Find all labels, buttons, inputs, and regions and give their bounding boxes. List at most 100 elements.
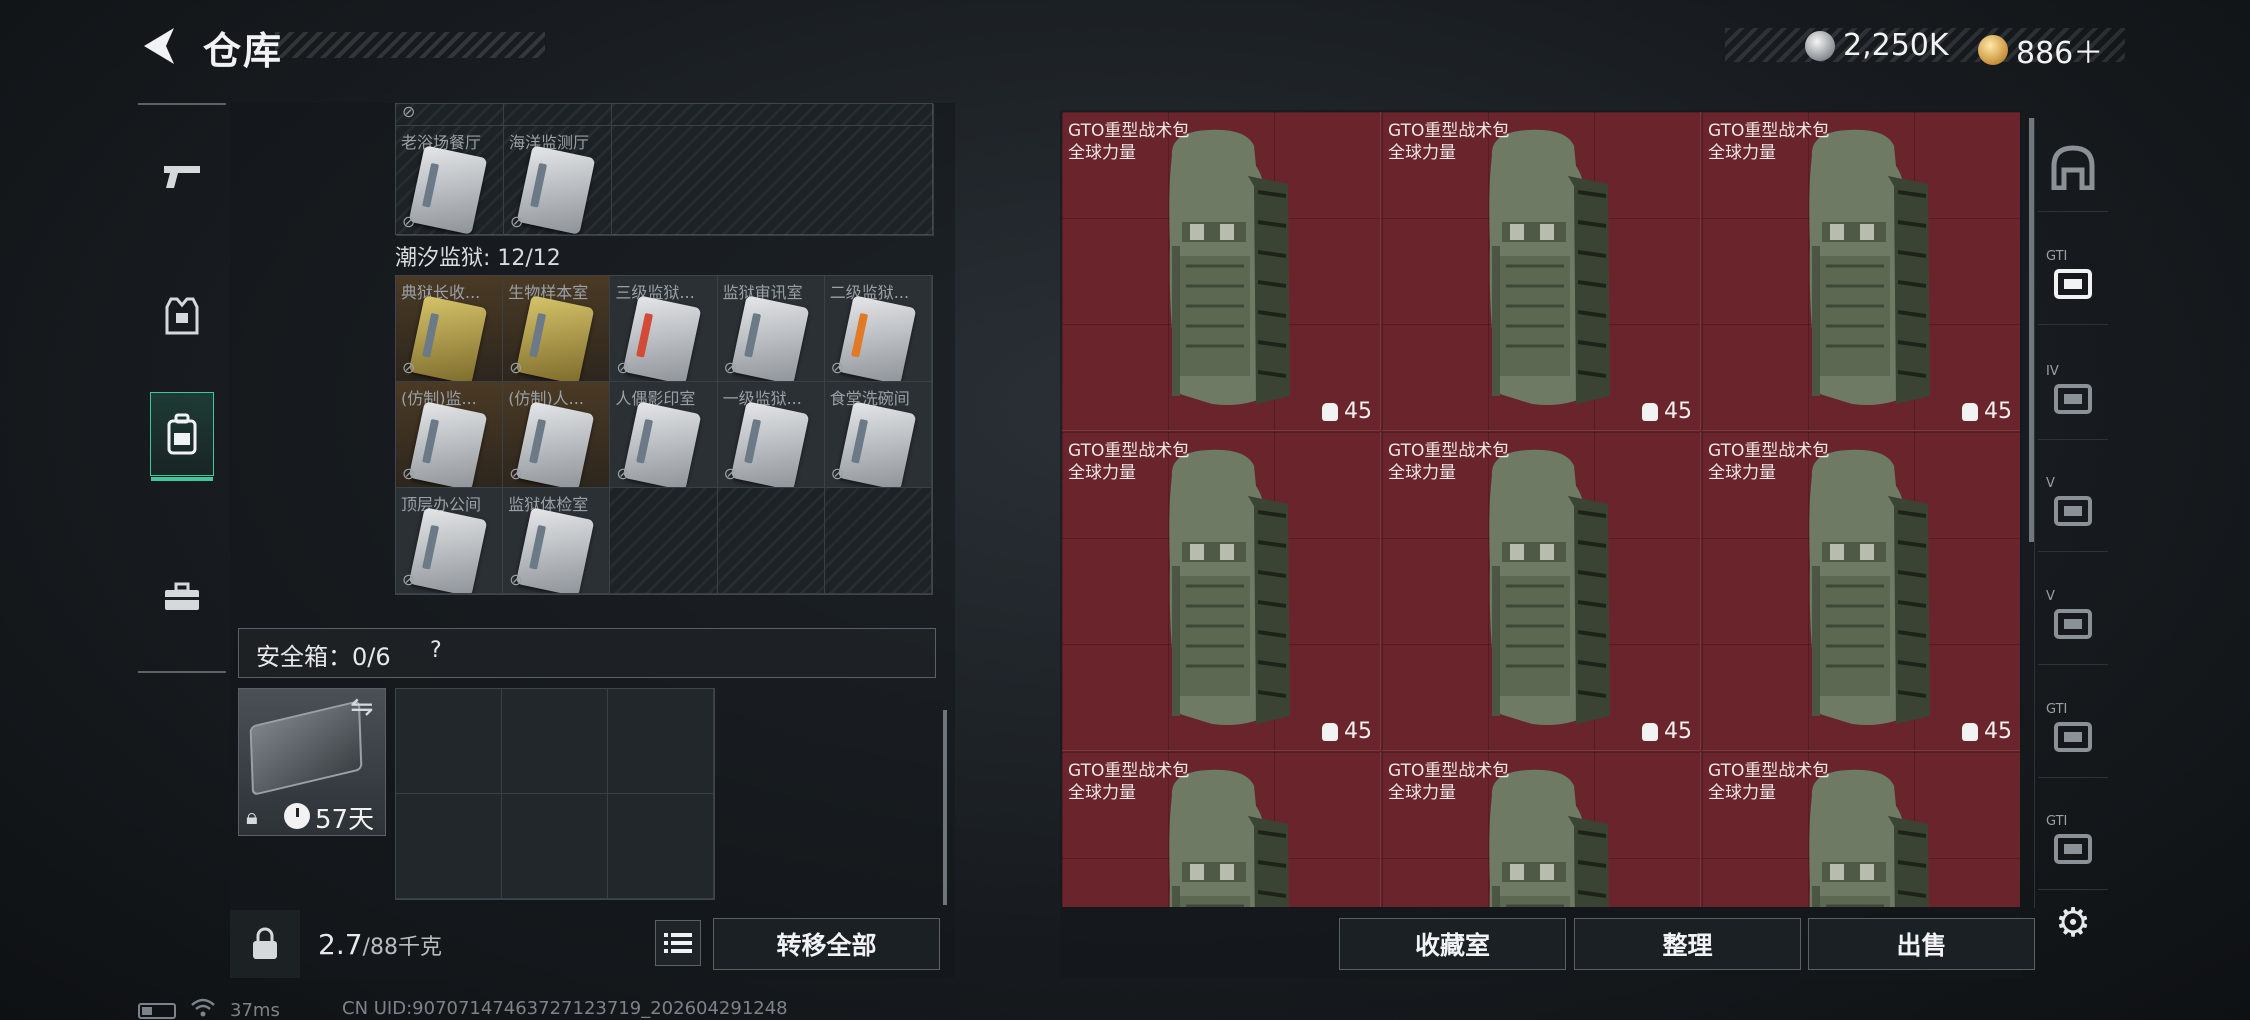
stash-arch-icon [2051,144,2095,190]
silver-coin-icon [1805,30,1835,61]
gear-icon[interactable]: ⚙ [2050,900,2096,946]
rail-tab-gti-gun[interactable]: GTI [2038,800,2108,890]
page-title: 仓库 [203,29,284,73]
nav-weapons[interactable] [150,135,214,219]
organize-button[interactable]: 整理 [1574,918,1801,970]
stash-item-backpack[interactable]: GTO重型战术包 全球力量 45 [1702,432,2020,751]
nav-backpack[interactable] [150,392,214,481]
rail-tab-label: GTI [2046,814,2068,829]
stash-item-backpack[interactable]: GTO重型战术包 全球力量 45 [1702,752,2020,907]
keycard-slot[interactable]: 监狱审讯室 ⊘ [717,276,825,382]
lock-icon [253,927,277,959]
currency-silver[interactable]: 2,250K [1805,28,1949,63]
safebox-slot[interactable] [608,794,714,899]
item-weight-value: 45 [1664,719,1692,744]
transfer-all-button[interactable]: 转移全部 [713,918,940,970]
rail-tab-label: GTI [2046,702,2068,717]
clock-icon [284,803,310,829]
collection-room-button[interactable]: 收藏室 [1339,918,1566,970]
rail-tab-label: V [2046,476,2055,491]
keycard-slot[interactable]: (仿制)监... ⊘ [396,382,504,488]
locked-icon: ⊘ [509,358,523,377]
weight-indicator: 2.7/88千克 [318,928,442,961]
stash-item-backpack[interactable]: GTO重型战术包 全球力量 45 [1702,112,2020,431]
item-weight: 45 [1322,719,1372,744]
help-icon[interactable]: ? [430,638,442,663]
list-icon [664,933,692,953]
scrollbar[interactable] [943,710,947,905]
safebox-slot[interactable] [396,794,502,899]
back-button[interactable] [138,24,182,68]
rail-tab-gti-rig[interactable]: GTI [2038,688,2108,778]
keycard-slot[interactable]: 顶层办公间 ⊘ [396,488,504,594]
stash-item-backpack[interactable]: GTO重型战术包 全球力量 45 [1382,432,1701,751]
locked-icon: ⊘ [830,464,845,483]
keycard-icon [408,145,488,235]
keycard-slot[interactable]: 三级监狱... ⊘ [610,276,718,382]
keycard-slot[interactable]: (仿制)人... ⊘ [503,382,611,488]
stash-item-backpack[interactable]: GTO重型战术包 全球力量 45 [1382,752,1701,907]
swap-icon[interactable]: ⇋ [350,690,373,723]
weight-icon [1962,722,1978,741]
item-brand: 全球力量 [1388,143,1456,163]
stash-item-backpack[interactable]: GTO重型战术包 全球力量 45 [1062,112,1381,431]
locked-icon: ⊘ [616,464,630,483]
battery-icon [138,1002,176,1019]
backpack-image [1150,766,1300,907]
backpack-image [1470,766,1620,907]
rail-tab-label: V [2046,589,2055,604]
safebox-slot[interactable] [502,689,608,794]
ping-text: 37ms [230,1000,280,1020]
item-brand: 全球力量 [1388,463,1456,483]
locked-icon: ⊘ [402,570,416,589]
rail-tab-stash-arch[interactable] [2038,122,2108,212]
title-stripe [275,32,545,58]
briefcase-icon [165,582,199,610]
rail-tab-v-rig[interactable]: V [2038,462,2108,552]
empty-slot [824,488,932,594]
weight-icon [1962,402,1978,421]
stash-item-backpack[interactable]: GTO重型战术包 全球力量 45 [1382,112,1701,431]
locked-icon: ⊘ [616,358,630,377]
list-view-button[interactable] [655,920,701,966]
backpack-image [1470,446,1620,734]
weight-current: 2.7 [318,928,363,961]
safebox-slot[interactable] [396,689,502,794]
keycard-slot[interactable]: 二级监狱... ⊘ [824,276,932,382]
keycard-icon [622,401,702,487]
keycard-slot[interactable]: 食堂洗碗间 ⊘ [824,382,932,488]
rail-tab-gti-backpack[interactable]: GTI [2038,235,2108,325]
nav-armor[interactable] [150,275,214,359]
item-brand: 全球力量 [1068,463,1136,483]
weight-lock-button[interactable] [230,910,300,978]
locked-icon: ⊘ [723,464,737,483]
safebox-slot[interactable] [502,794,608,899]
keycard-slot[interactable]: 典狱长收... ⊘ [396,276,504,382]
item-weight: 45 [1642,719,1692,744]
sell-button[interactable]: 出售 [1808,918,2035,970]
item-weight-value: 45 [1984,399,2012,424]
nav-equipment-case[interactable] [150,555,214,639]
keycard-slot[interactable]: 监狱体检室 ⊘ [503,488,611,594]
locked-icon: ⊘ [509,570,523,589]
wifi-icon [190,998,216,1020]
keycard-slot[interactable]: 海洋监测厅 ⊘ [504,126,612,236]
item-brand: 全球力量 [1708,143,1776,163]
keycard-slot[interactable]: 生物样本室 ⊘ [503,276,611,382]
keycard-grid-prison: 典狱长收... ⊘ 生物样本室 ⊘ 三级监狱... ⊘ 监狱审讯室 ⊘ 二级监狱... ⊘ (仿制)… [395,275,933,595]
stash-item-backpack[interactable]: GTO重型战术包 全球力量 45 [1062,752,1381,907]
rail-tab-iv-rig[interactable]: IV [2038,350,2108,440]
currency-gold-value: 886＋ [2016,36,2104,71]
keycard-slot[interactable]: 一级监狱... ⊘ [717,382,825,488]
keycard-slot[interactable]: 人偶影印室 ⊘ [610,382,718,488]
section-title-prison: 潮汐监狱: 12/12 [395,246,561,271]
locked-icon: ⊘ [402,464,416,483]
keycard-icon [515,401,595,487]
stash-item-backpack[interactable]: GTO重型战术包 全球力量 45 [1062,432,1381,751]
item-weight-value: 45 [1984,719,2012,744]
rail-tab-v-rig-2[interactable]: V [2038,575,2108,665]
keycard-slot[interactable]: 老浴场餐厅 ⊘ [396,126,504,236]
currency-gold[interactable]: 886＋ [1978,28,2103,72]
safebox-slot[interactable] [608,689,714,794]
keycard-slot [504,104,612,126]
